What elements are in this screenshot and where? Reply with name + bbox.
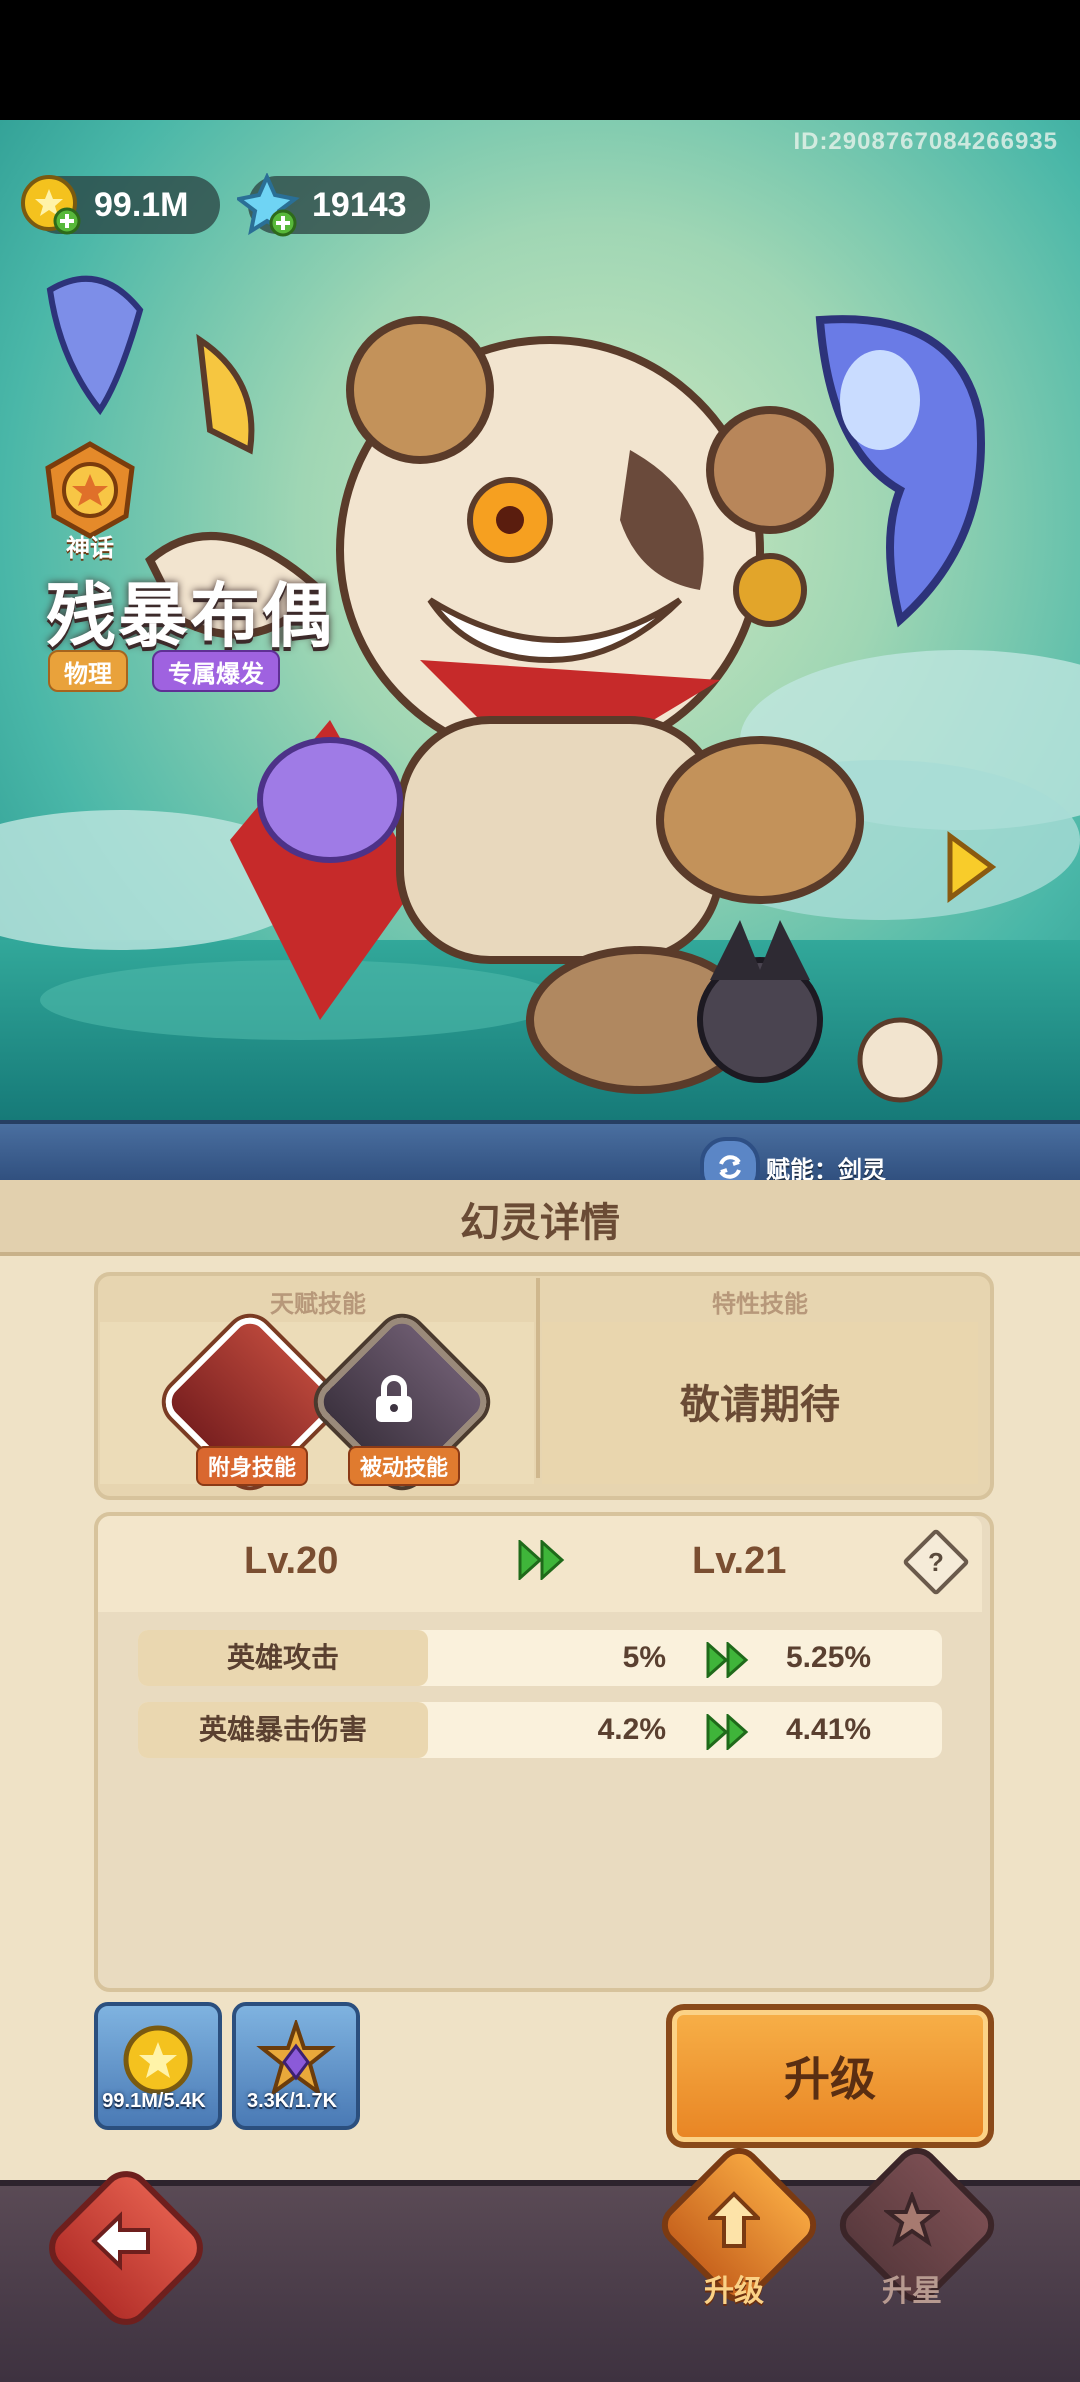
scene-ribbon <box>0 1120 1080 1184</box>
stat-row: 英雄攻击 5% 5.25% <box>138 1630 942 1686</box>
gold-coin-icon <box>123 2025 193 2095</box>
gold-counter[interactable]: 99.1M <box>21 175 220 235</box>
double-arrow-icon <box>706 1642 749 1678</box>
star-icon <box>884 2192 940 2247</box>
crystal-plus-icon <box>234 170 304 240</box>
skills-divider <box>536 1278 540 1478</box>
possess-skill-label: 附身技能 <box>196 1446 309 1486</box>
double-arrow-icon <box>518 1540 565 1580</box>
stat-current: 5% <box>622 1641 666 1674</box>
gold-cost-text: 99.1M/5.4K <box>102 2090 206 2112</box>
upgrade-arrow-icon <box>708 2191 760 2248</box>
player-id: ID:2908767084266935 <box>793 128 1058 155</box>
gold-amount: 99.1M <box>94 185 189 224</box>
double-arrow-icon <box>706 1714 749 1750</box>
trait-skills-header: 特性技能 <box>712 1291 808 1318</box>
tab-star-label: 升星 <box>882 2275 942 2308</box>
stat-next: 5.25% <box>786 1641 872 1674</box>
tag-physical: 物理 <box>48 650 128 692</box>
character-name: 残暴布偶 <box>46 577 334 655</box>
crystal-counter[interactable]: 19143 <box>237 173 430 237</box>
mythic-rank-badge-icon <box>45 441 135 539</box>
passive-skill-label: 被动技能 <box>348 1446 461 1486</box>
stat-label: 英雄攻击 <box>138 1630 428 1686</box>
stat-next: 4.41% <box>786 1713 872 1746</box>
gold-coin-plus-icon <box>16 170 86 240</box>
shard-cost-text: 3.3K/1.7K <box>246 2090 338 2112</box>
back-arrow-icon <box>91 2211 150 2271</box>
stat-current: 4.2% <box>597 1713 666 1746</box>
crystal-amount: 19143 <box>312 185 407 224</box>
next-hero-arrow-icon[interactable] <box>942 830 998 904</box>
current-level: Lv.20 <box>244 1540 339 1582</box>
rank-label: 神话 <box>66 535 114 562</box>
tag-exclusive: 专属爆发 <box>152 650 280 692</box>
upgrade-button[interactable]: 升级 <box>666 2004 994 2148</box>
next-level: Lv.21 <box>692 1540 787 1582</box>
talent-skills-header: 天赋技能 <box>270 1291 366 1318</box>
stat-label: 英雄暴击伤害 <box>138 1702 428 1758</box>
stat-row: 英雄暴击伤害 4.2% 4.41% <box>138 1702 942 1758</box>
star-shard-icon <box>256 2020 336 2098</box>
trait-placeholder: 敬请期待 <box>680 1383 840 1427</box>
panel-title: 幻灵详情 <box>460 1201 620 1245</box>
status-bar-area <box>0 0 1080 120</box>
lock-icon <box>376 1375 412 1422</box>
tab-upgrade-label: 升级 <box>704 2275 764 2308</box>
